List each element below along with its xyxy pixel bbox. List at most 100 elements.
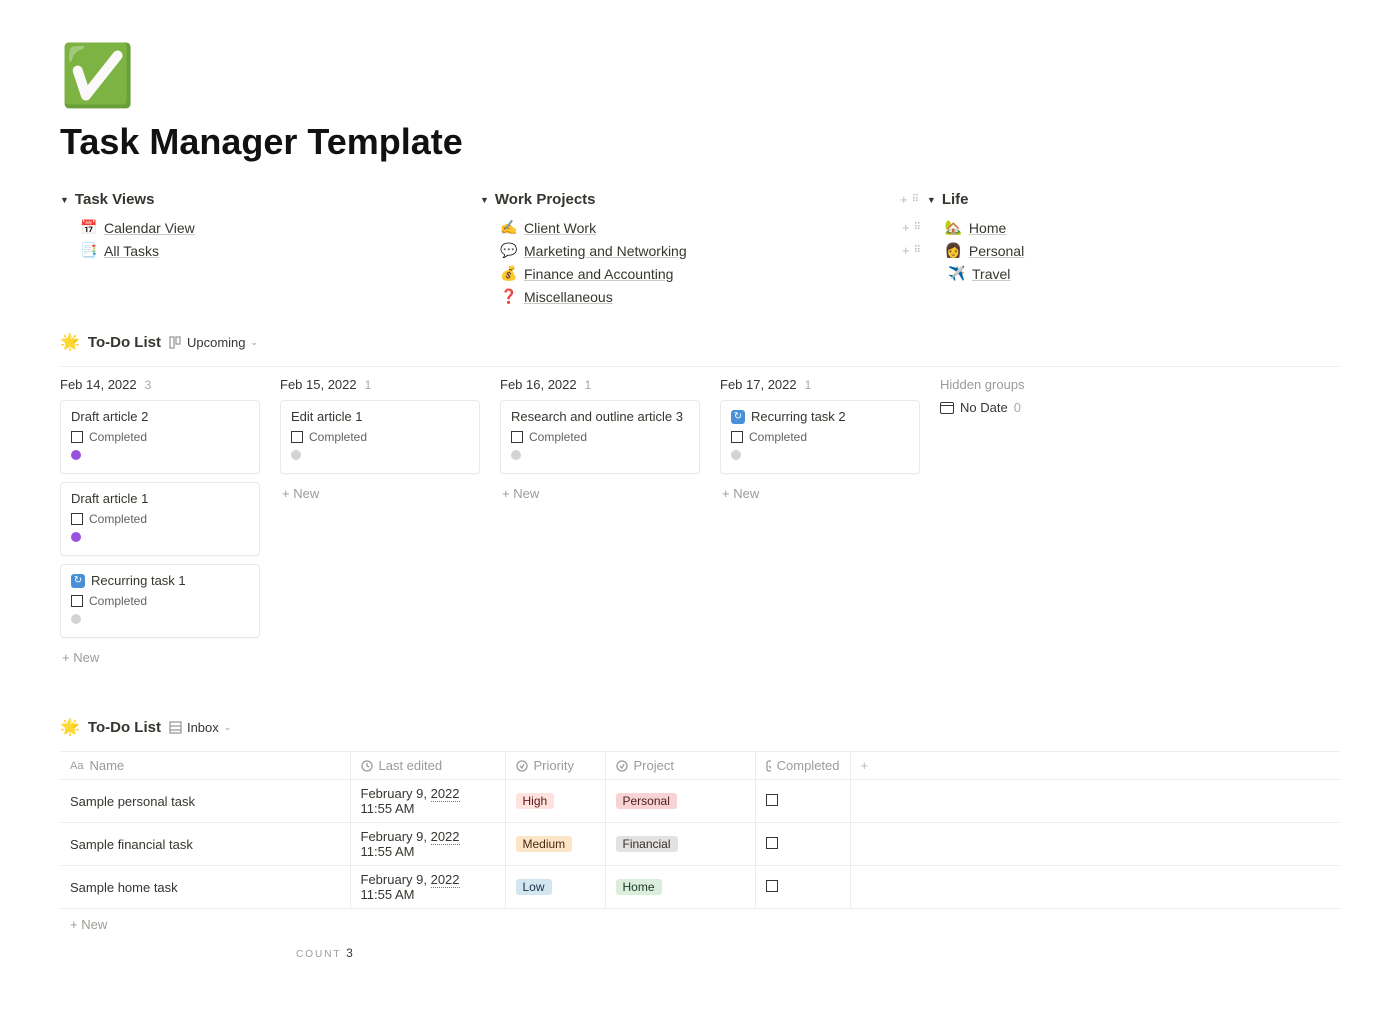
checkbox-icon[interactable] bbox=[71, 431, 83, 443]
completed-label: Completed bbox=[749, 430, 807, 444]
checkbox-icon[interactable] bbox=[511, 431, 523, 443]
chevron-down-icon: ▼ bbox=[60, 195, 69, 205]
board-column-header[interactable]: Feb 17, 20221 bbox=[720, 377, 920, 392]
column-count: 3 bbox=[145, 378, 152, 392]
todo-board-header: 🌟 To-Do List Upcoming ⌄ bbox=[60, 332, 1340, 352]
new-row-button[interactable]: + New bbox=[60, 909, 1340, 941]
board-card[interactable]: ↻Recurring task 2Completed bbox=[720, 400, 920, 474]
board-column-header[interactable]: Feb 16, 20221 bbox=[500, 377, 700, 392]
nav-columns: ▼ Task Views 📅 Calendar View 📑 All Tasks… bbox=[60, 191, 1340, 308]
cell-priority[interactable]: Medium bbox=[505, 823, 605, 866]
completed-label: Completed bbox=[529, 430, 587, 444]
drag-handle-icon[interactable]: ⠿ bbox=[912, 195, 921, 205]
col-header-project[interactable]: Project bbox=[605, 752, 755, 780]
col-header-priority[interactable]: Priority bbox=[505, 752, 605, 780]
checkbox-icon[interactable] bbox=[71, 513, 83, 525]
page-icon[interactable]: ✅ bbox=[60, 40, 1340, 111]
nav-heading-task-views[interactable]: ▼ Task Views bbox=[60, 191, 480, 208]
cell-priority[interactable]: High bbox=[505, 780, 605, 823]
nav-heading-work-projects[interactable]: ▼ Work Projects bbox=[480, 191, 900, 208]
cell-completed[interactable] bbox=[755, 866, 850, 909]
board-card[interactable]: Draft article 1Completed bbox=[60, 482, 260, 556]
gray-dot-icon bbox=[511, 450, 521, 460]
board-card[interactable]: Draft article 2Completed bbox=[60, 400, 260, 474]
board-card[interactable]: Edit article 1Completed bbox=[280, 400, 480, 474]
section-title[interactable]: To-Do List bbox=[88, 334, 161, 351]
checkbox-icon[interactable] bbox=[71, 595, 83, 607]
cell-name[interactable]: Sample financial task bbox=[60, 823, 350, 866]
board-column-header[interactable]: Feb 14, 2022 3 bbox=[60, 377, 260, 392]
card-completed-row: Completed bbox=[731, 430, 909, 444]
col-header-last-edited[interactable]: Last edited bbox=[350, 752, 505, 780]
card-completed-row: Completed bbox=[71, 594, 249, 608]
table-row[interactable]: Sample home taskFebruary 9, 2022 11:55 A… bbox=[60, 866, 1340, 909]
add-page-button[interactable]: +⠿ bbox=[900, 192, 921, 207]
person-icon: 👩 bbox=[945, 242, 961, 259]
nav-item-home-wrap: +⠿ 🏡 Home bbox=[900, 216, 1320, 239]
cell-last-edited: February 9, 2022 11:55 AM bbox=[350, 866, 505, 909]
writing-icon: ✍️ bbox=[500, 219, 516, 236]
card-title: Draft article 1 bbox=[71, 491, 249, 506]
clock-icon bbox=[361, 760, 373, 772]
col-header-completed[interactable]: Completed bbox=[755, 752, 850, 780]
cell-completed[interactable] bbox=[755, 823, 850, 866]
board-column: Feb 17, 20221 ↻Recurring task 2Completed +… bbox=[720, 377, 920, 669]
column-date: Feb 14, 2022 bbox=[60, 377, 137, 392]
cell-name[interactable]: Sample home task bbox=[60, 866, 350, 909]
cell-empty bbox=[850, 866, 1340, 909]
checkbox-icon[interactable] bbox=[766, 837, 778, 849]
board-card[interactable]: Research and outline article 3Completed bbox=[500, 400, 700, 474]
nav-heading-label: Work Projects bbox=[495, 191, 596, 208]
col-header-name[interactable]: AaName bbox=[60, 752, 350, 780]
new-card-button[interactable]: + New bbox=[500, 482, 700, 505]
new-card-button[interactable]: + New bbox=[280, 482, 480, 505]
count-value: 3 bbox=[346, 946, 353, 960]
cell-last-edited: February 9, 2022 11:55 AM bbox=[350, 780, 505, 823]
nav-col-life: +⠿ ▼ Life +⠿ 🏡 Home +⠿ 👩 Personal ✈️ Tra… bbox=[900, 191, 1320, 308]
purple-dot-icon bbox=[71, 450, 81, 460]
cell-project[interactable]: Home bbox=[605, 866, 755, 909]
section-title[interactable]: To-Do List bbox=[88, 719, 161, 736]
nav-item-label[interactable]: Home bbox=[969, 220, 1006, 236]
nav-heading-life[interactable]: ▼ Life bbox=[927, 191, 969, 208]
gray-dot-icon bbox=[731, 450, 741, 460]
nav-item-calendar-view[interactable]: 📅 Calendar View bbox=[60, 216, 480, 239]
board-card[interactable]: ↻Recurring task 1Completed bbox=[60, 564, 260, 638]
checkbox-icon[interactable] bbox=[766, 880, 778, 892]
priority-tag: Low bbox=[516, 879, 552, 895]
col-header-add[interactable]: + bbox=[850, 752, 1340, 780]
view-selector-upcoming[interactable]: Upcoming ⌄ bbox=[169, 335, 258, 350]
column-date: Feb 15, 2022 bbox=[280, 377, 357, 392]
add-page-button[interactable]: +⠿ bbox=[902, 243, 923, 258]
new-card-button[interactable]: + New bbox=[720, 482, 920, 505]
cell-project[interactable]: Financial bbox=[605, 823, 755, 866]
repeat-icon: ↻ bbox=[71, 574, 85, 588]
add-page-button[interactable]: +⠿ bbox=[902, 220, 923, 235]
table-view-icon bbox=[169, 721, 182, 734]
nav-item-label[interactable]: Personal bbox=[969, 243, 1024, 259]
checkbox-icon[interactable] bbox=[731, 431, 743, 443]
cell-project[interactable]: Personal bbox=[605, 780, 755, 823]
checkbox-icon[interactable] bbox=[291, 431, 303, 443]
nav-item-travel[interactable]: ✈️ Travel bbox=[900, 262, 1320, 285]
checkbox-icon[interactable] bbox=[766, 794, 778, 806]
table-row[interactable]: Sample financial taskFebruary 9, 2022 11… bbox=[60, 823, 1340, 866]
money-icon: 💰 bbox=[500, 265, 516, 282]
nav-item-misc[interactable]: ❓ Miscellaneous bbox=[480, 285, 900, 308]
column-count: 1 bbox=[365, 378, 372, 392]
nav-item-finance[interactable]: 💰 Finance and Accounting bbox=[480, 262, 900, 285]
board-column-header[interactable]: Feb 15, 2022 1 bbox=[280, 377, 480, 392]
cell-completed[interactable] bbox=[755, 780, 850, 823]
no-date-group[interactable]: No Date 0 bbox=[940, 400, 1100, 415]
table-row[interactable]: Sample personal taskFebruary 9, 2022 11:… bbox=[60, 780, 1340, 823]
nav-item-client-work[interactable]: ✍️ Client Work bbox=[480, 216, 900, 239]
nav-item-all-tasks[interactable]: 📑 All Tasks bbox=[60, 239, 480, 262]
drag-handle-icon[interactable]: ⠿ bbox=[914, 246, 923, 256]
cell-name[interactable]: Sample personal task bbox=[60, 780, 350, 823]
cell-priority[interactable]: Low bbox=[505, 866, 605, 909]
drag-handle-icon[interactable]: ⠿ bbox=[914, 223, 923, 233]
new-card-button[interactable]: + New bbox=[60, 646, 260, 669]
cell-empty bbox=[850, 823, 1340, 866]
view-selector-inbox[interactable]: Inbox ⌄ bbox=[169, 720, 231, 735]
nav-item-marketing[interactable]: 💬 Marketing and Networking bbox=[480, 239, 900, 262]
